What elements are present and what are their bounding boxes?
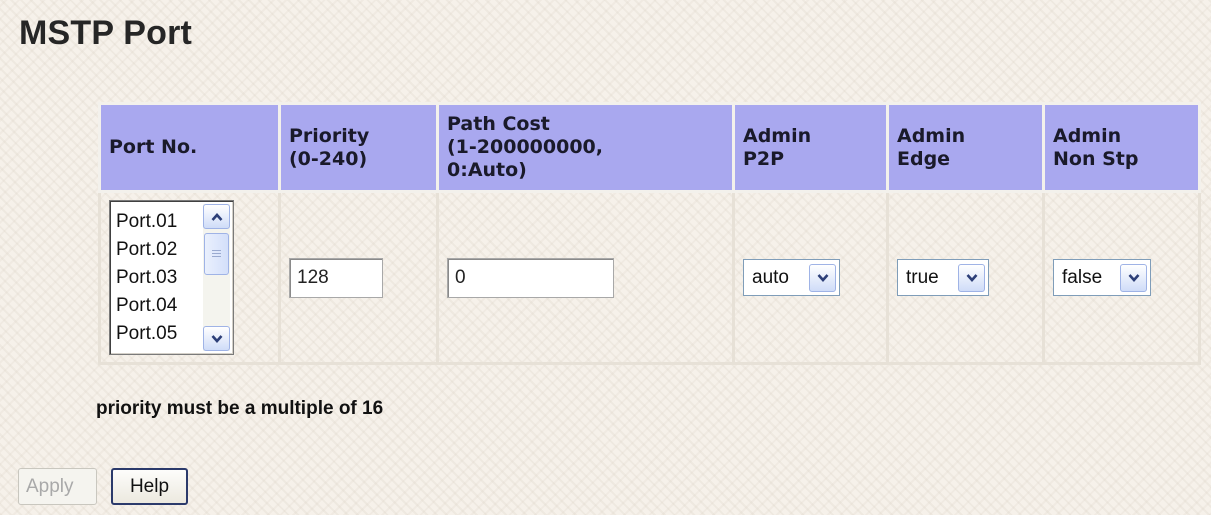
chevron-down-icon xyxy=(817,273,828,282)
priority-note: priority must be a multiple of 16 xyxy=(96,398,384,419)
admin-p2p-select[interactable]: auto xyxy=(743,259,840,296)
mstp-port-table: Port No. Priority (0-240) Path Cost (1-2… xyxy=(98,102,1201,365)
chevron-down-icon xyxy=(211,334,222,343)
path-cost-cell xyxy=(436,190,735,365)
help-button[interactable]: Help xyxy=(111,468,188,505)
port-list: Port.01 Port.02 Port.03 Port.04 Port.05 xyxy=(116,208,177,348)
port-listbox[interactable]: Port.01 Port.02 Port.03 Port.04 Port.05 xyxy=(109,200,234,355)
admin-p2p-value: auto xyxy=(752,266,789,288)
port-option[interactable]: Port.03 xyxy=(116,264,177,292)
scroll-down-button[interactable] xyxy=(203,326,230,351)
header-priority: Priority (0-240) xyxy=(278,102,439,193)
header-admin-p2p: Admin P2P xyxy=(732,102,889,193)
admin-edge-select[interactable]: true xyxy=(897,259,989,296)
admin-non-stp-value: false xyxy=(1062,266,1103,288)
port-option[interactable]: Port.01 xyxy=(116,208,177,236)
table-row: Port.01 Port.02 Port.03 Port.04 Port.05 xyxy=(98,190,1201,365)
dropdown-button[interactable] xyxy=(1120,263,1147,292)
admin-edge-cell: true xyxy=(886,190,1045,365)
header-path-cost: Path Cost (1-200000000, 0:Auto) xyxy=(436,102,735,193)
dropdown-button[interactable] xyxy=(958,263,985,292)
admin-non-stp-select[interactable]: false xyxy=(1053,259,1151,296)
priority-input[interactable] xyxy=(289,257,383,298)
priority-cell xyxy=(278,190,439,365)
header-admin-non-stp: Admin Non Stp xyxy=(1042,102,1201,193)
grip-icon xyxy=(212,249,221,259)
scroll-up-button[interactable] xyxy=(203,204,230,229)
header-admin-edge: Admin Edge xyxy=(886,102,1045,193)
port-cell: Port.01 Port.02 Port.03 Port.04 Port.05 xyxy=(98,190,281,365)
path-cost-input[interactable] xyxy=(447,257,614,298)
apply-button[interactable]: Apply xyxy=(18,468,97,505)
admin-edge-value: true xyxy=(906,266,939,288)
port-list-scrollbar[interactable] xyxy=(203,204,230,351)
page-title: MSTP Port xyxy=(19,14,193,52)
port-option[interactable]: Port.02 xyxy=(116,236,177,264)
admin-p2p-cell: auto xyxy=(732,190,889,365)
header-row: Port No. Priority (0-240) Path Cost (1-2… xyxy=(98,102,1201,193)
dropdown-button[interactable] xyxy=(809,263,836,292)
chevron-down-icon xyxy=(1128,273,1139,282)
port-option[interactable]: Port.05 xyxy=(116,320,177,348)
chevron-up-icon xyxy=(211,212,222,221)
scroll-thumb[interactable] xyxy=(204,233,229,275)
port-option[interactable]: Port.04 xyxy=(116,292,177,320)
admin-non-stp-cell: false xyxy=(1042,190,1201,365)
chevron-down-icon xyxy=(966,273,977,282)
header-port-no: Port No. xyxy=(98,102,281,193)
